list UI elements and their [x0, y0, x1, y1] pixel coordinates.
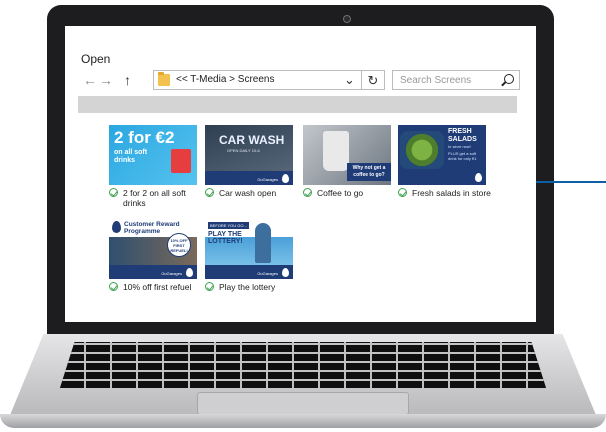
file-thumbnail: Why not get a coffee to go?	[303, 125, 391, 185]
salad-bowl-image	[400, 131, 444, 169]
forward-button[interactable]: →	[99, 72, 113, 88]
camera-icon	[343, 15, 351, 23]
touchpad	[197, 392, 409, 415]
file-thumbnail: BEFORE YOU GO... PLAY THE LOTTERY! GoGar…	[205, 219, 293, 279]
arrow-right-icon: →	[99, 72, 113, 88]
brand-name: GoGarages	[257, 177, 278, 182]
brand-name: GoGarages	[257, 271, 278, 276]
keyboard	[60, 342, 546, 388]
file-name: Coffee to go	[317, 188, 364, 198]
folder-icon	[158, 72, 170, 86]
file-label: Coffee to go	[303, 188, 399, 198]
thumb-message: Why not get a coffee to go?	[347, 163, 391, 181]
drop-logo-icon	[282, 174, 289, 183]
path-text: << T-Media > Screens	[176, 74, 275, 85]
file-tile[interactable]: Why not get a coffee to go? Coffee to go	[303, 125, 399, 198]
brand-bar: GoGarages	[205, 171, 293, 185]
file-thumbnail: FRESH SALADS In store now! PLUS get a so…	[398, 125, 486, 185]
back-button[interactable]: ←	[83, 72, 97, 88]
file-label: Car wash open	[205, 188, 301, 198]
thumb-tag: BEFORE YOU GO...	[208, 222, 249, 229]
open-dialog: Open ← → ↑ << T-Media > Screens ⌄ ↻ 2 fo…	[65, 26, 536, 322]
laptop-base-edge	[0, 414, 606, 428]
arrow-up-icon: ↑	[124, 72, 131, 88]
search-icon[interactable]	[504, 74, 514, 84]
file-tile[interactable]: 2 for €2 on all soft drinks 2 for 2 on a…	[109, 125, 205, 208]
search-input[interactable]	[393, 71, 504, 89]
brand-bar: GoGarages	[109, 265, 197, 279]
file-thumbnail: Customer Reward Programme 10% OFF FIRST …	[109, 219, 197, 279]
brand-name: GoGarages	[161, 271, 182, 276]
thumb-headline: FRESH SALADS	[448, 128, 477, 143]
file-name: 2 for 2 on all soft drinks	[123, 188, 186, 208]
drop-logo-icon	[475, 173, 482, 182]
refresh-icon: ↻	[367, 73, 379, 88]
file-name: Play the lottery	[219, 282, 276, 292]
thumb-subtext: on all soft drinks	[114, 149, 148, 164]
file-name: Car wash open	[219, 188, 277, 198]
up-button[interactable]: ↑	[124, 72, 131, 88]
chevron-down-icon[interactable]: ⌄	[344, 72, 355, 88]
check-circle-icon	[205, 188, 214, 197]
file-tile[interactable]: CAR WASH OPEN DAILY 10-6 GoGarages Car w…	[205, 125, 301, 198]
check-circle-icon	[303, 188, 312, 197]
arrow-left-icon: ←	[83, 72, 97, 88]
callout-line	[536, 181, 606, 183]
toolbar-strip	[78, 96, 517, 113]
drop-logo-icon	[112, 221, 121, 233]
drop-logo-icon	[282, 268, 289, 277]
thumb-subtext: OPEN DAILY 10-6	[227, 148, 260, 153]
check-circle-icon	[398, 188, 407, 197]
file-label: Fresh salads in store	[398, 188, 494, 198]
file-tile[interactable]: FRESH SALADS In store now! PLUS get a so…	[398, 125, 494, 198]
check-circle-icon	[205, 282, 214, 291]
thumb-headline: PLAY THE LOTTERY!	[208, 231, 243, 245]
drop-logo-icon	[186, 268, 193, 277]
file-label: 2 for 2 on all soft drinks	[109, 188, 205, 208]
search-box	[392, 70, 520, 90]
coffee-cup-image	[323, 131, 349, 171]
drink-cup-image	[171, 149, 191, 173]
file-thumbnail: CAR WASH OPEN DAILY 10-6 GoGarages	[205, 125, 293, 185]
file-name: 10% off first refuel	[123, 282, 192, 292]
file-label: 10% off first refuel	[109, 282, 205, 292]
thumb-headline: CAR WASH	[219, 133, 285, 147]
dialog-title: Open	[81, 52, 111, 66]
file-thumbnail: 2 for €2 on all soft drinks	[109, 125, 197, 185]
file-tile[interactable]: BEFORE YOU GO... PLAY THE LOTTERY! GoGar…	[205, 219, 301, 292]
refresh-button[interactable]: ↻	[361, 70, 385, 90]
thumb-smalltext: PLUS get a soft drink for only €1	[448, 151, 477, 161]
thumb-headline: 2 for €2	[114, 128, 175, 147]
check-circle-icon	[109, 188, 118, 197]
file-label: Play the lottery	[205, 282, 301, 292]
thumb-subtext: In store now!	[448, 144, 471, 149]
address-bar[interactable]: << T-Media > Screens ⌄	[153, 70, 385, 90]
file-name: Fresh salads in store	[412, 188, 491, 198]
check-circle-icon	[109, 282, 118, 291]
person-image	[255, 223, 271, 263]
brand-bar: GoGarages	[205, 265, 293, 279]
file-tile[interactable]: Customer Reward Programme 10% OFF FIRST …	[109, 219, 205, 292]
offer-badge: 10% OFF FIRST REFUEL!	[167, 233, 191, 257]
